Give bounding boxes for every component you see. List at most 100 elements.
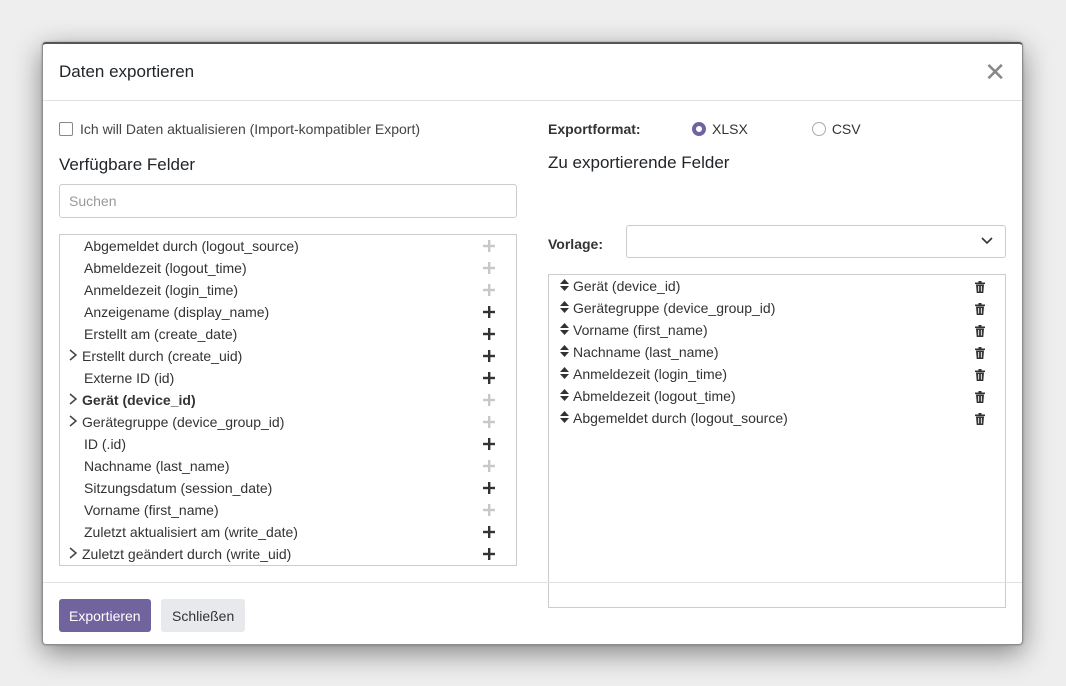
trash-icon[interactable]	[975, 412, 985, 425]
chevron-right-icon[interactable]	[68, 414, 82, 431]
export-field-item[interactable]: Anmeldezeit (login_time)	[549, 363, 1005, 385]
template-select[interactable]	[626, 225, 1006, 258]
available-field-item[interactable]: Zuletzt aktualisiert am (write_date)	[60, 521, 516, 543]
plus-icon[interactable]	[482, 478, 496, 499]
field-label-wrap: Zuletzt geändert durch (write_uid)	[68, 546, 291, 563]
chevron-down-icon	[981, 231, 993, 256]
format-label: XLSX	[712, 121, 748, 137]
export-field-label: Gerätegruppe (device_group_id)	[573, 300, 776, 316]
available-field-item[interactable]: Gerätegruppe (device_group_id)	[60, 411, 516, 433]
available-field-item[interactable]: Nachname (last_name)	[60, 455, 516, 477]
field-label: Erstellt am (create_date)	[84, 326, 238, 342]
search-placeholder: Suchen	[69, 193, 117, 209]
plus-icon[interactable]	[482, 280, 496, 301]
plus-icon[interactable]	[482, 346, 496, 367]
plus-icon[interactable]	[482, 368, 496, 389]
available-field-item[interactable]: Erstellt durch (create_uid)	[60, 345, 516, 367]
available-field-item[interactable]: Erstellt am (create_date)	[60, 323, 516, 345]
export-field-label: Gerät (device_id)	[573, 278, 681, 294]
plus-icon[interactable]	[482, 544, 496, 565]
plus-icon[interactable]	[482, 258, 496, 279]
field-label-wrap: Zuletzt aktualisiert am (write_date)	[68, 524, 298, 540]
field-label-wrap: Erstellt durch (create_uid)	[68, 348, 242, 365]
export-field-label-wrap: Gerät (device_id)	[560, 278, 680, 294]
sort-handle-icon[interactable]	[560, 278, 573, 294]
export-field-item[interactable]: Nachname (last_name)	[549, 341, 1005, 363]
plus-icon[interactable]	[482, 412, 496, 433]
plus-icon[interactable]	[482, 390, 496, 411]
sort-handle-icon[interactable]	[560, 300, 573, 316]
plus-icon[interactable]	[482, 522, 496, 543]
available-field-item[interactable]: Abgemeldet durch (logout_source)	[60, 235, 516, 257]
field-label-wrap: Nachname (last_name)	[68, 458, 230, 474]
export-field-item[interactable]: Gerätegruppe (device_group_id)	[549, 297, 1005, 319]
available-field-item[interactable]: Anzeigename (display_name)	[60, 301, 516, 323]
plus-icon[interactable]	[482, 434, 496, 455]
available-field-item[interactable]: Abmeldezeit (logout_time)	[60, 257, 516, 279]
trash-icon[interactable]	[975, 368, 985, 381]
chevron-right-icon[interactable]	[68, 348, 82, 365]
field-label: Externe ID (id)	[84, 370, 175, 386]
radio-icon[interactable]	[692, 122, 706, 136]
plus-icon[interactable]	[482, 324, 496, 345]
close-icon[interactable]: ✕	[984, 59, 1006, 85]
field-label: Abgemeldet durch (logout_source)	[84, 238, 299, 254]
search-input[interactable]: Suchen	[59, 184, 517, 218]
format-option-csv[interactable]: CSV	[811, 121, 861, 137]
available-field-item[interactable]: Gerät (device_id)	[60, 389, 516, 411]
dialog-footer: Exportieren Schließen	[43, 582, 1022, 646]
field-label-wrap: ID (.id)	[68, 436, 126, 452]
field-label: Sitzungsdatum (session_date)	[84, 480, 273, 496]
export-field-item[interactable]: Abgemeldet durch (logout_source)	[549, 407, 1005, 429]
import-compatible-checkbox[interactable]	[59, 122, 73, 136]
sort-handle-icon[interactable]	[560, 366, 573, 382]
export-dialog: Daten exportieren ✕ Ich will Daten aktua…	[42, 42, 1023, 645]
sort-handle-icon[interactable]	[560, 410, 573, 426]
trash-icon[interactable]	[975, 346, 985, 359]
radio-icon[interactable]	[811, 122, 826, 136]
trash-icon[interactable]	[975, 302, 985, 315]
field-label-wrap: Erstellt am (create_date)	[68, 326, 237, 342]
field-label: Nachname (last_name)	[84, 458, 230, 474]
available-field-item[interactable]: Externe ID (id)	[60, 367, 516, 389]
field-label-wrap: Gerätegruppe (device_group_id)	[68, 414, 284, 431]
trash-icon[interactable]	[975, 280, 985, 293]
plus-icon[interactable]	[482, 302, 496, 323]
plus-icon[interactable]	[482, 500, 496, 521]
trash-icon[interactable]	[975, 390, 985, 403]
available-field-item[interactable]: Vorname (first_name)	[60, 499, 516, 521]
sort-handle-icon[interactable]	[560, 344, 573, 360]
chevron-right-icon[interactable]	[68, 392, 82, 409]
available-field-item[interactable]: Sitzungsdatum (session_date)	[60, 477, 516, 499]
sort-handle-icon[interactable]	[560, 388, 573, 404]
available-field-item[interactable]: Anmeldezeit (login_time)	[60, 279, 516, 301]
export-field-label: Abgemeldet durch (logout_source)	[573, 410, 788, 426]
available-fields-title: Verfügbare Felder	[59, 155, 196, 174]
export-field-item[interactable]: Vorname (first_name)	[549, 319, 1005, 341]
sort-handle-icon[interactable]	[560, 322, 573, 338]
dialog-header: Daten exportieren ✕	[43, 44, 1022, 101]
chevron-right-icon[interactable]	[68, 546, 82, 563]
dialog-title: Daten exportieren	[59, 62, 195, 81]
export-field-label: Abmeldezeit (logout_time)	[573, 388, 736, 404]
plus-icon[interactable]	[482, 456, 496, 477]
export-field-label-wrap: Abgemeldet durch (logout_source)	[560, 410, 788, 426]
export-field-item[interactable]: Abmeldezeit (logout_time)	[549, 385, 1005, 407]
field-label-wrap: Anmeldezeit (login_time)	[68, 282, 238, 298]
trash-icon[interactable]	[975, 324, 985, 337]
field-label: Abmeldezeit (logout_time)	[84, 260, 247, 276]
field-label-wrap: Anzeigename (display_name)	[68, 304, 269, 320]
available-fields-list: Abgemeldet durch (logout_source) Abmeldez…	[59, 234, 517, 566]
format-option-xlsx[interactable]: XLSX	[692, 121, 748, 137]
export-button[interactable]: Exportieren	[59, 599, 151, 632]
available-field-item[interactable]: ID (.id)	[60, 433, 516, 455]
field-label-wrap: Abgemeldet durch (logout_source)	[68, 238, 299, 254]
import-compatible-option[interactable]: Ich will Daten aktualisieren (Import-kom…	[59, 121, 420, 137]
available-field-item[interactable]: Zuletzt geändert durch (write_uid)	[60, 543, 516, 565]
export-field-item[interactable]: Gerät (device_id)	[549, 275, 1005, 297]
close-button[interactable]: Schließen	[161, 599, 246, 632]
field-label-wrap: Sitzungsdatum (session_date)	[68, 480, 272, 496]
plus-icon[interactable]	[482, 236, 496, 257]
field-label-wrap: Gerät (device_id)	[68, 392, 196, 409]
field-label: Zuletzt aktualisiert am (write_date)	[84, 524, 298, 540]
